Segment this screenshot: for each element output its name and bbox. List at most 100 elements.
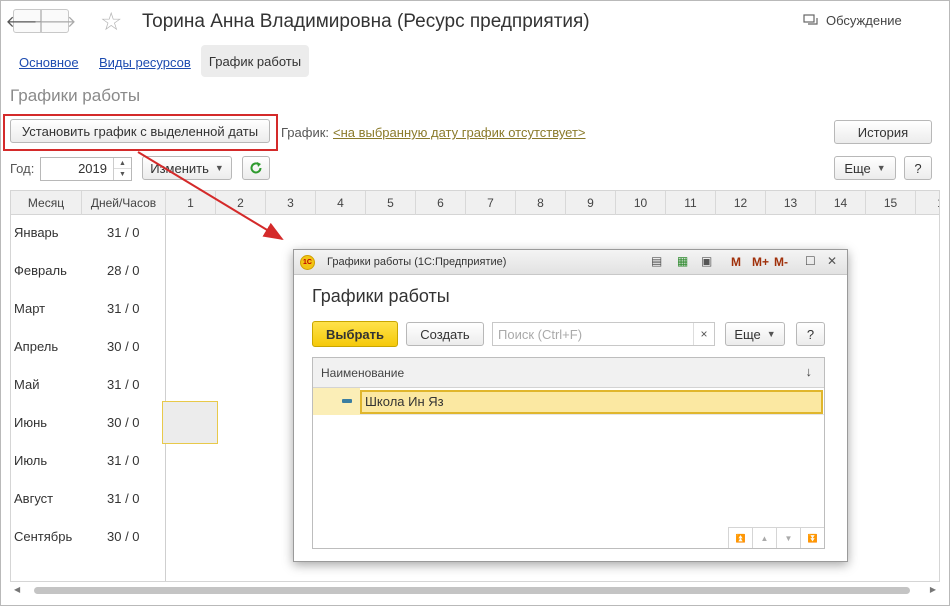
help-button[interactable]: ? <box>904 156 932 180</box>
day-column-header: 4 <box>316 191 366 215</box>
day-column-header: 10 <box>616 191 666 215</box>
forward-button[interactable]: 🡒 <box>34 9 76 33</box>
more-button[interactable]: Еще ▼ <box>834 156 896 180</box>
calendar-icon[interactable]: ▣ <box>701 254 712 268</box>
first-page-icon[interactable]: ⏫ <box>728 527 752 548</box>
chevron-down-icon: ▼ <box>766 329 776 339</box>
dialog-titlebar[interactable]: 1С Графики работы (1С:Предприятие) ▤ ▦ ▣… <box>294 250 847 275</box>
month-label: Апрель <box>14 339 59 354</box>
column-divider <box>165 215 166 581</box>
dialog-caption: Графики работы (1С:Предприятие) <box>327 256 507 268</box>
list-item-name[interactable]: Школа Ин Яз <box>360 390 823 414</box>
day-column-header: 6 <box>416 191 466 215</box>
chevron-down-icon: ▼ <box>876 163 886 173</box>
day-column-header: 2 <box>216 191 266 215</box>
scroll-left-icon[interactable]: ◀ <box>14 585 20 594</box>
create-button[interactable]: Создать <box>406 322 484 346</box>
more-label: Еще <box>844 160 871 176</box>
days-hours-value: 31 / 0 <box>107 491 140 506</box>
day-column-header: 3 <box>266 191 316 215</box>
catalog-item-icon <box>342 399 352 403</box>
clear-search-button[interactable]: × <box>693 323 714 345</box>
print-icon[interactable]: ▤ <box>651 254 662 268</box>
refresh-button[interactable] <box>242 156 270 180</box>
discussion-label: Обсуждение <box>826 13 902 28</box>
calendar-header: Месяц Дней/Часов 1234567891011121314151 <box>11 191 939 215</box>
days-hours-value: 31 / 0 <box>107 377 140 392</box>
memory-plus-button[interactable]: M+ <box>752 255 769 269</box>
schedule-link[interactable]: <на выбранную дату график отсутствует> <box>333 125 586 140</box>
days-hours-value: 30 / 0 <box>107 529 140 544</box>
scroll-thumb[interactable] <box>34 587 910 594</box>
header-month: Месяц <box>11 191 82 215</box>
schedule-picker-dialog[interactable]: 1С Графики работы (1С:Предприятие) ▤ ▦ ▣… <box>293 249 848 562</box>
days-hours-value: 30 / 0 <box>107 415 140 430</box>
list-header[interactable]: Наименование ↓ <box>313 358 824 388</box>
app-logo-icon: 1С <box>300 255 315 270</box>
day-column-header: 8 <box>516 191 566 215</box>
chat-icon <box>803 13 818 25</box>
schedule-label: График: <box>281 125 330 140</box>
year-input[interactable]: 2019 ▲ ▼ <box>40 157 132 181</box>
dialog-more-label: Еще <box>734 326 761 342</box>
row-marker-strip <box>313 388 360 415</box>
prev-page-icon[interactable]: ▲ <box>752 527 776 548</box>
year-value: 2019 <box>78 161 107 176</box>
refresh-icon <box>250 162 262 174</box>
days-hours-value: 28 / 0 <box>107 263 140 278</box>
last-page-icon[interactable]: ⏬ <box>800 527 824 548</box>
section-title: Графики работы <box>10 86 141 105</box>
selected-day-cell[interactable] <box>162 401 218 444</box>
day-column-header: 5 <box>366 191 416 215</box>
chevron-down-icon: ▼ <box>214 163 224 173</box>
history-button[interactable]: История <box>834 120 932 144</box>
year-spinner[interactable]: ▲ ▼ <box>113 158 131 180</box>
column-name-header[interactable]: Наименование <box>321 366 404 380</box>
day-column-header: 15 <box>866 191 916 215</box>
days-hours-value: 31 / 0 <box>107 453 140 468</box>
set-schedule-button[interactable]: Установить график с выделенной даты <box>10 119 270 143</box>
nav-link-main[interactable]: Основное <box>19 55 79 70</box>
next-page-icon[interactable]: ▼ <box>776 527 800 548</box>
month-label: Февраль <box>14 263 67 278</box>
search-placeholder: Поиск (Ctrl+F) <box>498 327 583 342</box>
days-hours-value: 30 / 0 <box>107 339 140 354</box>
day-column-header: 14 <box>816 191 866 215</box>
month-label: Сентябрь <box>14 529 73 544</box>
schedule-list[interactable]: Наименование ↓ Школа Ин Яз ⏫ ▲ ▼ ⏬ <box>312 357 825 549</box>
nav-link-resource-types[interactable]: Виды ресурсов <box>99 55 191 70</box>
dialog-title: Графики работы <box>312 286 450 306</box>
search-input[interactable]: Поиск (Ctrl+F) × <box>492 322 715 346</box>
header-days: Дней/Часов <box>82 191 166 215</box>
day-column-header: 1 <box>166 191 216 215</box>
favorite-star-icon[interactable]: ☆ <box>100 8 122 36</box>
dialog-more-button[interactable]: Еще ▼ <box>725 322 785 346</box>
days-hours-value: 31 / 0 <box>107 225 140 240</box>
day-column-header: 11 <box>666 191 716 215</box>
days-hours-value: 31 / 0 <box>107 301 140 316</box>
spin-down-icon[interactable]: ▼ <box>114 169 131 180</box>
horizontal-scrollbar[interactable]: ◀ ▶ <box>10 583 940 597</box>
calculator-icon[interactable]: ▦ <box>677 254 688 268</box>
day-column-header: 7 <box>466 191 516 215</box>
list-item[interactable]: Школа Ин Яз <box>313 388 824 415</box>
window-title: Торина Анна Владимировна (Ресурс предпри… <box>142 11 590 32</box>
list-navigation: ⏫ ▲ ▼ ⏬ <box>728 527 824 548</box>
memory-m-button[interactable]: M <box>731 255 741 269</box>
year-label: Год: <box>10 161 35 176</box>
nav-tab-schedule[interactable]: График работы <box>201 45 309 77</box>
select-button[interactable]: Выбрать <box>312 321 398 347</box>
memory-minus-button[interactable]: M- <box>774 255 788 269</box>
day-column-header: 9 <box>566 191 616 215</box>
change-button[interactable]: Изменить ▼ <box>142 156 232 180</box>
scroll-right-icon[interactable]: ▶ <box>930 585 936 594</box>
month-label: Январь <box>14 225 59 240</box>
sort-arrow-icon[interactable]: ↓ <box>806 364 813 379</box>
month-label: Март <box>14 301 46 316</box>
spin-up-icon[interactable]: ▲ <box>114 158 131 169</box>
discussion-button[interactable]: Обсуждение <box>803 13 902 28</box>
month-label: Июнь <box>14 415 48 430</box>
dialog-help-button[interactable]: ? <box>796 322 825 346</box>
close-icon[interactable]: ✕ <box>827 254 837 268</box>
maximize-icon[interactable]: ☐ <box>805 254 816 268</box>
